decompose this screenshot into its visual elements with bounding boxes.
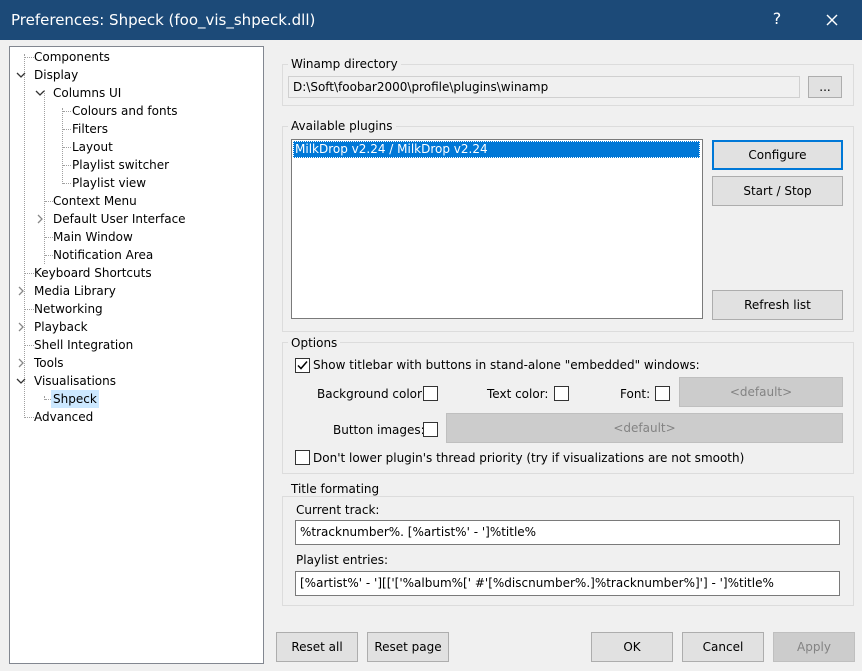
playlist-entries-label: Playlist entries:: [296, 553, 389, 567]
reset-all-button[interactable]: Reset all: [276, 632, 358, 662]
chevron-down-icon[interactable]: [16, 376, 26, 386]
tree-item-label: Default User Interface: [53, 212, 186, 226]
playlist-entries-input[interactable]: [%artist%' - '][['['%album%[' #'[%discnu…: [295, 571, 840, 596]
tree-item-label: Shell Integration: [34, 338, 134, 352]
preferences-tree[interactable]: Components Display Columns UI Colours an…: [9, 46, 264, 664]
settings-panel: Winamp directory D:\Soft\foobar2000\prof…: [268, 40, 862, 627]
background-color-label: Background color:: [317, 387, 426, 401]
current-track-input[interactable]: %tracknumber%. [%artist%' - ']%title%: [295, 520, 840, 545]
help-button[interactable]: ?: [768, 9, 786, 28]
tree-item-label: Context Menu: [53, 194, 137, 208]
show-titlebar-label: Show titlebar with buttons in stand-alon…: [313, 358, 700, 372]
reset-page-button[interactable]: Reset page: [367, 632, 449, 662]
font-button[interactable]: <default>: [679, 377, 843, 407]
chevron-down-icon[interactable]: [35, 88, 45, 98]
current-track-label: Current track:: [296, 503, 380, 517]
winamp-directory-label: Winamp directory: [288, 57, 401, 71]
plugins-list[interactable]: MilkDrop v2.24 / MilkDrop v2.24: [291, 139, 703, 319]
tree-item-label: Shpeck: [51, 390, 99, 408]
background-color-checkbox[interactable]: [423, 386, 438, 401]
options-label: Options: [288, 336, 341, 350]
title-bar: Preferences: Shpeck (foo_vis_shpeck.dll)…: [0, 0, 862, 40]
button-images-checkbox[interactable]: [423, 422, 438, 437]
chevron-right-icon[interactable]: [35, 214, 45, 224]
browse-button[interactable]: ...: [808, 76, 842, 98]
tree-item-label: Keyboard Shortcuts: [34, 266, 152, 280]
thread-priority-checkbox[interactable]: [295, 450, 310, 465]
tree-item-label: Advanced: [34, 410, 94, 424]
text-color-label: Text color:: [487, 387, 549, 401]
tree-item-label: Visualisations: [34, 374, 117, 388]
dialog-button-bar: Reset all Reset page OK Cancel Apply: [268, 627, 862, 671]
window-title: Preferences: Shpeck (foo_vis_shpeck.dll): [11, 11, 316, 29]
tree-item-label: Playback: [34, 320, 88, 334]
button-images-label: Button images:: [333, 423, 425, 437]
plugin-list-item[interactable]: MilkDrop v2.24 / MilkDrop v2.24: [293, 141, 700, 158]
tree-item-label: Tools: [34, 356, 64, 370]
tree-item-label: Main Window: [53, 230, 133, 244]
tree-item-label: Filters: [72, 122, 108, 136]
chevron-right-icon[interactable]: [16, 286, 26, 296]
tree-line: [62, 108, 63, 184]
tree-item-label: Playlist view: [72, 176, 147, 190]
tree-item-label: Columns UI: [53, 86, 122, 100]
button-images-button[interactable]: <default>: [446, 413, 843, 443]
apply-button[interactable]: Apply: [773, 632, 855, 662]
chevron-right-icon[interactable]: [16, 322, 26, 332]
tree-item-label: Media Library: [34, 284, 116, 298]
configure-button[interactable]: Configure: [712, 140, 843, 170]
available-plugins-label: Available plugins: [288, 119, 396, 133]
font-checkbox[interactable]: [655, 386, 670, 401]
start-stop-button[interactable]: Start / Stop: [712, 176, 843, 206]
tree-item-label: Components: [34, 50, 110, 64]
show-titlebar-checkbox[interactable]: [295, 358, 310, 373]
ok-button[interactable]: OK: [591, 632, 673, 662]
tree-item-label: Networking: [34, 302, 103, 316]
tree-item-label: Layout: [72, 140, 113, 154]
tree-item-label: Notification Area: [53, 248, 154, 262]
tree-item-label: Display: [34, 68, 79, 82]
font-label: Font:: [620, 387, 651, 401]
tree-item-label: Playlist switcher: [72, 158, 170, 172]
chevron-right-icon[interactable]: [16, 358, 26, 368]
close-button[interactable]: [822, 10, 842, 30]
chevron-down-icon[interactable]: [16, 70, 26, 80]
checkmark-icon: [297, 361, 308, 370]
cancel-button[interactable]: Cancel: [682, 632, 764, 662]
close-icon: [826, 14, 838, 26]
title-formatting-label: Title formating: [288, 482, 383, 496]
winamp-directory-field[interactable]: D:\Soft\foobar2000\profile\plugins\winam…: [288, 76, 800, 98]
tree-item-label: Colours and fonts: [72, 104, 178, 118]
text-color-checkbox[interactable]: [554, 386, 569, 401]
refresh-list-button[interactable]: Refresh list: [712, 290, 843, 320]
thread-priority-label: Don't lower plugin's thread priority (tr…: [313, 451, 745, 465]
